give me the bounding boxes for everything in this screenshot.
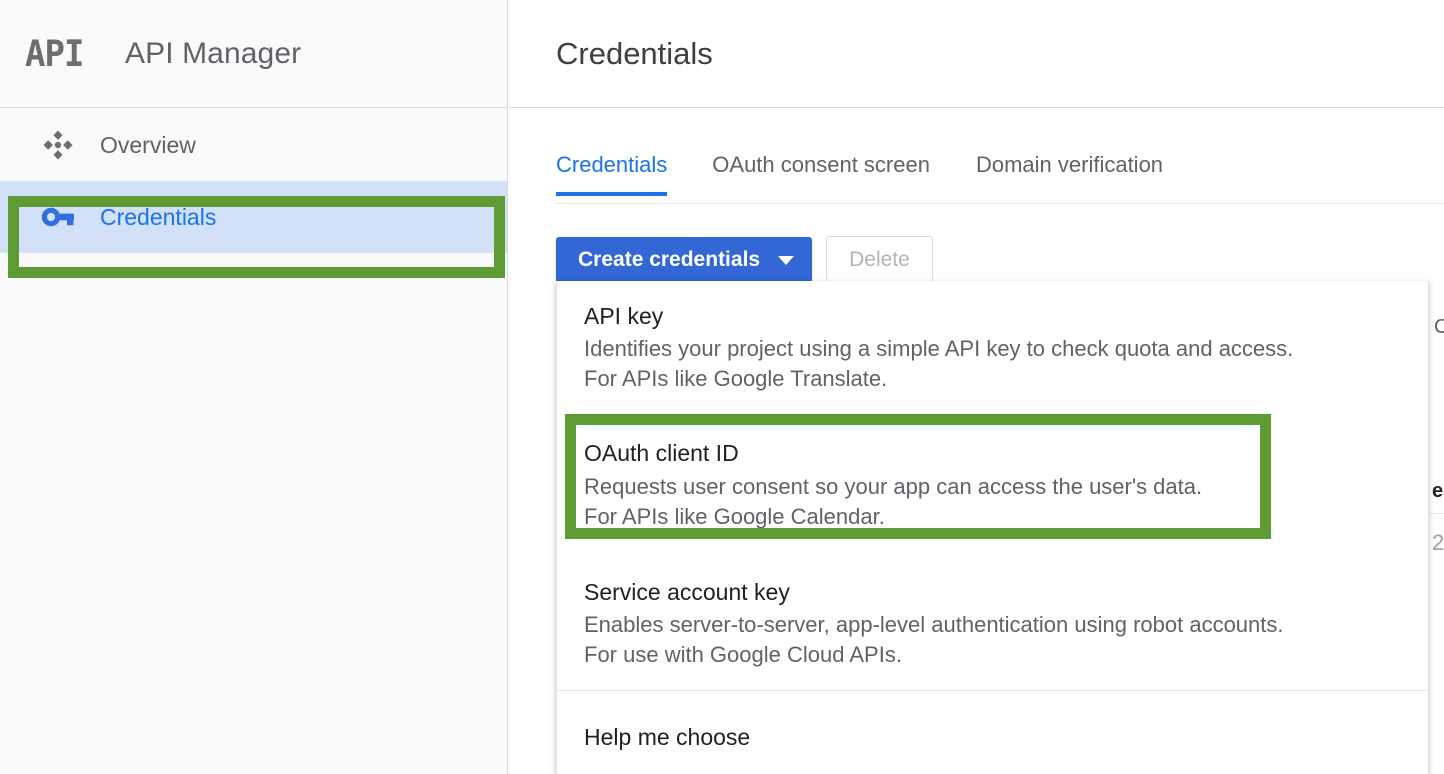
diamond-cluster-icon bbox=[36, 130, 80, 160]
app-title: API Manager bbox=[125, 37, 301, 71]
tab-oauth-consent-screen[interactable]: OAuth consent screen bbox=[712, 140, 930, 196]
tab-bar: Credentials OAuth consent screen Domain … bbox=[509, 140, 1444, 204]
dropdown-item-description: Enables server-to-server, app-level auth… bbox=[584, 610, 1428, 640]
sidebar: API API Manager Overview bbox=[0, 0, 508, 774]
dropdown-item-description: For APIs like Google Calendar. bbox=[584, 502, 1428, 532]
dropdown-item-description: For APIs like Google Translate. bbox=[584, 364, 1428, 394]
dropdown-item-service-account-key[interactable]: Service account key Enables server-to-se… bbox=[557, 557, 1428, 690]
dropdown-item-api-key[interactable]: API key Identifies your project using a … bbox=[557, 281, 1428, 414]
background-table-text: e bbox=[1432, 480, 1443, 503]
tab-credentials[interactable]: Credentials bbox=[556, 140, 667, 196]
tab-bar-divider bbox=[556, 203, 1444, 204]
dropdown-item-help-me-choose[interactable]: Help me choose bbox=[557, 691, 1428, 774]
main-header: Credentials bbox=[509, 0, 1444, 108]
toolbar: Create credentials Delete bbox=[556, 236, 933, 284]
sidebar-header: API API Manager bbox=[0, 0, 507, 108]
api-logo-icon: API bbox=[25, 35, 97, 72]
screen-root: API API Manager Overview bbox=[0, 0, 1444, 774]
delete-button[interactable]: Delete bbox=[826, 236, 933, 284]
sidebar-item-credentials[interactable]: Credentials bbox=[0, 181, 507, 253]
delete-label: Delete bbox=[849, 248, 910, 272]
key-icon bbox=[36, 206, 80, 228]
background-table-divider bbox=[1429, 513, 1444, 514]
dropdown-item-title: Service account key bbox=[584, 579, 1428, 605]
dropdown-item-title: OAuth client ID bbox=[584, 440, 1428, 466]
dropdown-item-description: For use with Google Cloud APIs. bbox=[584, 640, 1428, 670]
dropdown-item-description: Requests user consent so your app can ac… bbox=[584, 472, 1428, 502]
chevron-down-icon bbox=[778, 256, 794, 265]
dropdown-item-oauth-client-id[interactable]: OAuth client ID Requests user consent so… bbox=[557, 414, 1428, 556]
dropdown-item-description: Identifies your project using a simple A… bbox=[584, 334, 1428, 364]
background-table-text: C bbox=[1434, 316, 1444, 339]
background-table-text: 2 bbox=[1432, 530, 1444, 556]
create-credentials-dropdown: API key Identifies your project using a … bbox=[556, 281, 1429, 774]
dropdown-item-title: Help me choose bbox=[584, 724, 1428, 750]
sidebar-nav: Overview Credentials bbox=[0, 109, 507, 253]
dropdown-item-title: API key bbox=[584, 303, 1428, 329]
tab-domain-verification[interactable]: Domain verification bbox=[976, 140, 1163, 196]
page-title: Credentials bbox=[556, 36, 713, 72]
create-credentials-label: Create credentials bbox=[578, 248, 760, 272]
sidebar-item-overview[interactable]: Overview bbox=[0, 109, 507, 181]
sidebar-item-label: Overview bbox=[100, 132, 196, 159]
create-credentials-button[interactable]: Create credentials bbox=[556, 237, 812, 283]
sidebar-item-label: Credentials bbox=[100, 204, 216, 231]
